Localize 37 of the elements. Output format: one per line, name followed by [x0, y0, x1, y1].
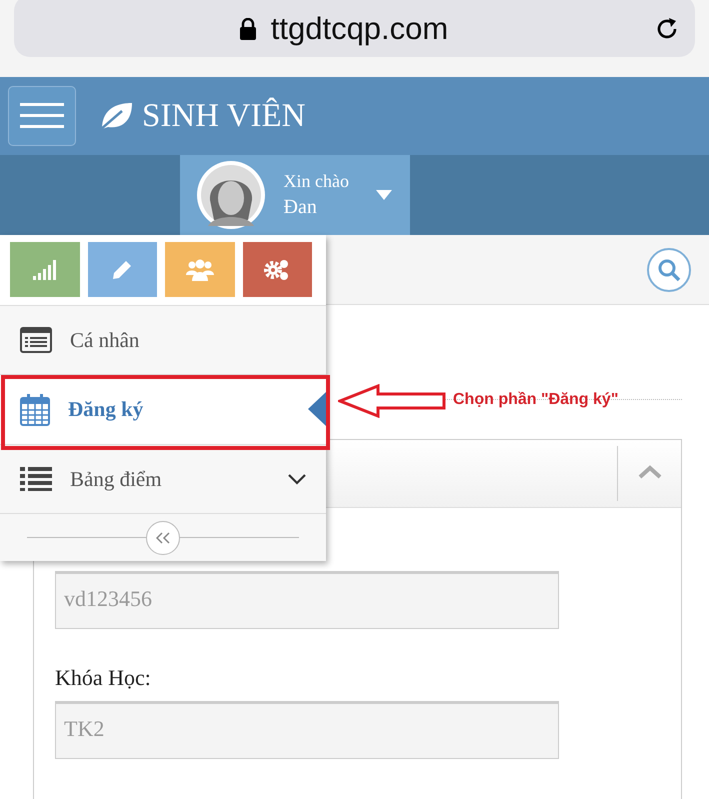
gears-icon [264, 258, 290, 280]
people-icon [186, 258, 214, 280]
annotation-text: Chọn phần "Đăng ký" [453, 391, 618, 409]
group-tile[interactable] [165, 242, 234, 297]
menu-button[interactable] [8, 86, 76, 146]
field-label: Khóa Học: [55, 665, 152, 691]
menu-item[interactable]: Cá nhân [0, 306, 326, 375]
user-dropdown[interactable]: Xin chào Đan [180, 155, 410, 235]
input-field[interactable]: vd123456 [55, 571, 559, 629]
input-field[interactable]: TK2 [55, 701, 559, 759]
address-bar[interactable]: ttgdtcqp.com [14, 0, 695, 57]
chevron-down-icon [288, 474, 306, 484]
collapse-menu-button[interactable] [146, 520, 180, 554]
double-chevron-left-icon [156, 532, 170, 544]
list-icon [20, 467, 52, 491]
url-text: ttgdtcqp.com [270, 10, 448, 46]
menu-item[interactable]: Đăng ký [0, 375, 326, 445]
app-title: SINH VIÊN [142, 98, 306, 134]
menu-icon [20, 102, 64, 130]
pencil-icon [112, 260, 132, 280]
chevron-up-icon [638, 465, 662, 479]
menu-item-label: Đăng ký [68, 397, 144, 422]
search-icon [657, 258, 681, 282]
signal-tile[interactable] [10, 242, 80, 297]
gears-tile[interactable] [242, 242, 312, 297]
search-button[interactable] [647, 248, 691, 292]
user-name: Đan [284, 196, 318, 219]
pencil-tile[interactable] [88, 242, 157, 297]
greeting-text: Xin chào [284, 171, 350, 192]
calendar-icon [20, 394, 50, 426]
list-icon [20, 327, 52, 353]
menu-item-label: Cá nhân [70, 328, 140, 352]
signal-bars-icon [32, 260, 57, 280]
caret-icon [376, 190, 392, 200]
lock-icon [238, 18, 257, 40]
menu-item-label: Bảng điểm [70, 466, 163, 492]
active-pointer-icon [308, 392, 326, 426]
